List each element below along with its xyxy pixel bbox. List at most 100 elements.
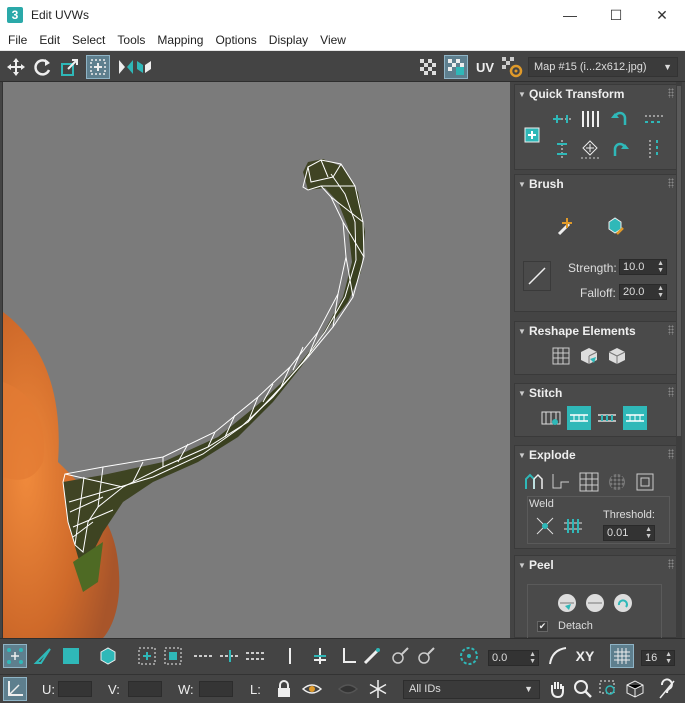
hide-icon[interactable] bbox=[336, 677, 360, 701]
menu-options[interactable]: Options bbox=[209, 30, 262, 51]
quick-peel-icon[interactable] bbox=[555, 591, 579, 615]
strength-spinner[interactable]: 10.0 ▲ ▼ bbox=[619, 259, 667, 275]
detach-edge-verts-icon[interactable] bbox=[549, 470, 573, 494]
curve-tool-icon[interactable] bbox=[546, 644, 570, 668]
falloff-curve-icon[interactable] bbox=[523, 261, 551, 291]
drag-grip-icon[interactable] bbox=[668, 325, 674, 335]
lock-icon[interactable] bbox=[272, 677, 296, 701]
paint-deselect-icon[interactable] bbox=[388, 644, 412, 668]
xy-axis-button[interactable]: XY bbox=[573, 644, 597, 668]
falloff-spinner[interactable]: 20.0 ▲ ▼ bbox=[619, 284, 667, 300]
stitch-custom-icon[interactable] bbox=[539, 406, 563, 430]
shrink-selection-icon[interactable] bbox=[161, 644, 185, 668]
spinner-arrows-icon[interactable]: ▲ ▼ bbox=[657, 260, 664, 274]
rotate-angle-icon[interactable] bbox=[457, 644, 481, 668]
texture-map-dropdown[interactable]: Map #15 (i...2x612.jpg) ▼ bbox=[528, 57, 678, 77]
move-icon[interactable] bbox=[4, 55, 28, 79]
peel-header[interactable]: ▼ Peel bbox=[515, 556, 679, 574]
reset-peel-icon[interactable] bbox=[611, 591, 635, 615]
rotate-cw-icon[interactable] bbox=[608, 137, 632, 161]
reshape-elements-header[interactable]: ▼ Reshape Elements bbox=[515, 322, 679, 340]
menu-select[interactable]: Select bbox=[66, 30, 111, 51]
drag-grip-icon[interactable] bbox=[668, 88, 674, 98]
threshold-spinner[interactable]: 0.01 ▲ ▼ bbox=[603, 525, 655, 541]
grid-snap-icon[interactable] bbox=[610, 644, 634, 668]
zoom-extents-icon[interactable] bbox=[623, 677, 647, 701]
drag-grip-icon[interactable] bbox=[668, 449, 674, 459]
loop-selection-icon[interactable] bbox=[192, 644, 216, 668]
grow-loop-icon[interactable] bbox=[244, 644, 268, 668]
relax-settings-icon[interactable] bbox=[605, 344, 629, 368]
align-point-icon[interactable] bbox=[308, 644, 332, 668]
pin-icon[interactable] bbox=[278, 644, 302, 668]
drag-grip-icon[interactable] bbox=[668, 559, 674, 569]
relax-brush-icon[interactable] bbox=[601, 212, 629, 240]
brush-header[interactable]: ▼ Brush bbox=[515, 175, 679, 193]
drag-grip-icon[interactable] bbox=[668, 387, 674, 397]
grid-size-spinner[interactable]: 16 ▲ ▼ bbox=[641, 650, 675, 666]
show-map-icon[interactable] bbox=[444, 55, 468, 79]
spinner-arrows-icon[interactable]: ▲ ▼ bbox=[645, 526, 652, 540]
material-id-dropdown[interactable]: All IDs ▼ bbox=[403, 680, 540, 699]
straighten-vertical-icon[interactable] bbox=[642, 137, 666, 161]
weld-selected-icon[interactable] bbox=[533, 514, 557, 538]
ring-selection-icon[interactable] bbox=[218, 644, 242, 668]
panel-scroll-thumb[interactable] bbox=[677, 86, 681, 436]
texture-settings-icon[interactable] bbox=[500, 55, 524, 79]
help-icon[interactable] bbox=[655, 677, 679, 701]
menu-mapping[interactable]: Mapping bbox=[151, 30, 209, 51]
space-horizontal-icon[interactable] bbox=[578, 137, 602, 161]
flatten-by-polygon-icon[interactable] bbox=[633, 470, 657, 494]
drag-grip-icon[interactable] bbox=[668, 178, 674, 188]
paint-move-icon[interactable] bbox=[553, 212, 581, 240]
straighten-horizontal-icon[interactable] bbox=[642, 107, 666, 131]
soft-select-icon[interactable] bbox=[414, 644, 438, 668]
zoom-icon[interactable] bbox=[571, 677, 595, 701]
spinner-arrows-icon[interactable]: ▲ ▼ bbox=[665, 651, 672, 665]
checker-pattern-icon[interactable] bbox=[416, 55, 440, 79]
zoom-region-icon[interactable] bbox=[597, 677, 621, 701]
menu-file[interactable]: File bbox=[2, 30, 33, 51]
stitch-average-icon[interactable] bbox=[595, 406, 619, 430]
spinner-arrows-icon[interactable]: ▲ ▼ bbox=[529, 651, 536, 665]
maximize-button[interactable]: ☐ bbox=[593, 0, 639, 30]
quick-transform-header[interactable]: ▼ Quick Transform bbox=[515, 85, 679, 103]
vertex-mode-icon[interactable] bbox=[3, 644, 27, 668]
spinner-arrows-icon[interactable]: ▲ ▼ bbox=[657, 285, 664, 299]
uv-mode-button[interactable]: UV bbox=[472, 55, 498, 79]
pelt-map-icon[interactable] bbox=[583, 591, 607, 615]
rotation-spinner[interactable]: 0.0 ▲ ▼ bbox=[488, 650, 539, 666]
flip-icon[interactable] bbox=[131, 55, 155, 79]
explode-header[interactable]: ▼ Explode bbox=[515, 446, 679, 464]
weld-target-icon[interactable] bbox=[561, 514, 585, 538]
space-vertical-icon[interactable] bbox=[578, 107, 602, 131]
freeform-mode-icon[interactable] bbox=[86, 55, 110, 79]
paint-select-icon[interactable] bbox=[360, 644, 384, 668]
stitch-to-source-icon[interactable] bbox=[567, 406, 591, 430]
detach-checkbox[interactable]: ✔ bbox=[537, 621, 548, 632]
rotate-icon[interactable] bbox=[31, 55, 55, 79]
grow-selection-icon[interactable] bbox=[135, 644, 159, 668]
rotate-ccw-icon[interactable] bbox=[608, 107, 632, 131]
relax-icon[interactable] bbox=[577, 344, 601, 368]
menu-view[interactable]: View bbox=[314, 30, 352, 51]
menu-tools[interactable]: Tools bbox=[111, 30, 151, 51]
align-horizontal-icon[interactable] bbox=[550, 107, 574, 131]
u-field[interactable] bbox=[58, 681, 92, 697]
align-vertical-icon[interactable] bbox=[550, 137, 574, 161]
w-field[interactable] bbox=[199, 681, 233, 697]
set-pivot-icon[interactable] bbox=[520, 123, 544, 147]
scale-icon[interactable] bbox=[58, 55, 82, 79]
stitch-to-target-icon[interactable] bbox=[623, 406, 647, 430]
show-hidden-icon[interactable] bbox=[300, 677, 324, 701]
polygon-mode-icon[interactable] bbox=[59, 644, 83, 668]
close-button[interactable]: ✕ bbox=[639, 0, 685, 30]
freeze-icon[interactable] bbox=[366, 677, 390, 701]
pan-hand-icon[interactable] bbox=[545, 677, 569, 701]
flatten-by-material-icon[interactable] bbox=[605, 470, 629, 494]
minimize-button[interactable]: — bbox=[547, 0, 593, 30]
straighten-selection-icon[interactable] bbox=[549, 344, 573, 368]
menu-edit[interactable]: Edit bbox=[33, 30, 66, 51]
flatten-by-smoothing-icon[interactable] bbox=[577, 470, 601, 494]
edge-mode-icon[interactable] bbox=[31, 644, 55, 668]
